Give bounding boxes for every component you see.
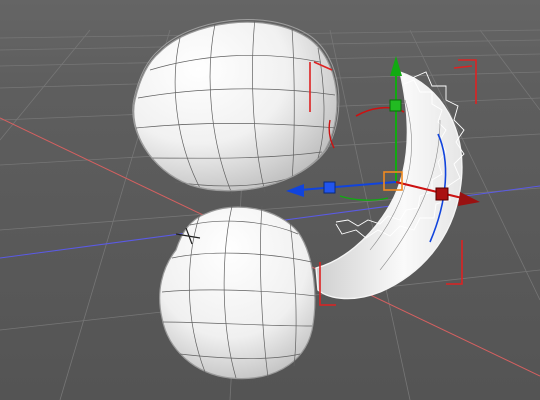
gizmo-z-axis[interactable] xyxy=(299,181,397,191)
3d-viewport[interactable] xyxy=(0,0,540,400)
gizmo-z-arrow-icon[interactable] xyxy=(286,184,304,197)
gizmo-z-scale-handle[interactable] xyxy=(323,181,336,194)
gizmo-rotate-y-ring[interactable] xyxy=(339,195,389,201)
gizmo-y-arrow-icon[interactable] xyxy=(390,56,402,76)
body-mesh[interactable] xyxy=(159,205,317,380)
head-mesh[interactable] xyxy=(132,17,340,195)
gizmo-y-scale-handle[interactable] xyxy=(389,99,402,112)
viewport-canvas[interactable] xyxy=(0,0,540,400)
gizmo-x-scale-handle[interactable] xyxy=(435,187,449,201)
